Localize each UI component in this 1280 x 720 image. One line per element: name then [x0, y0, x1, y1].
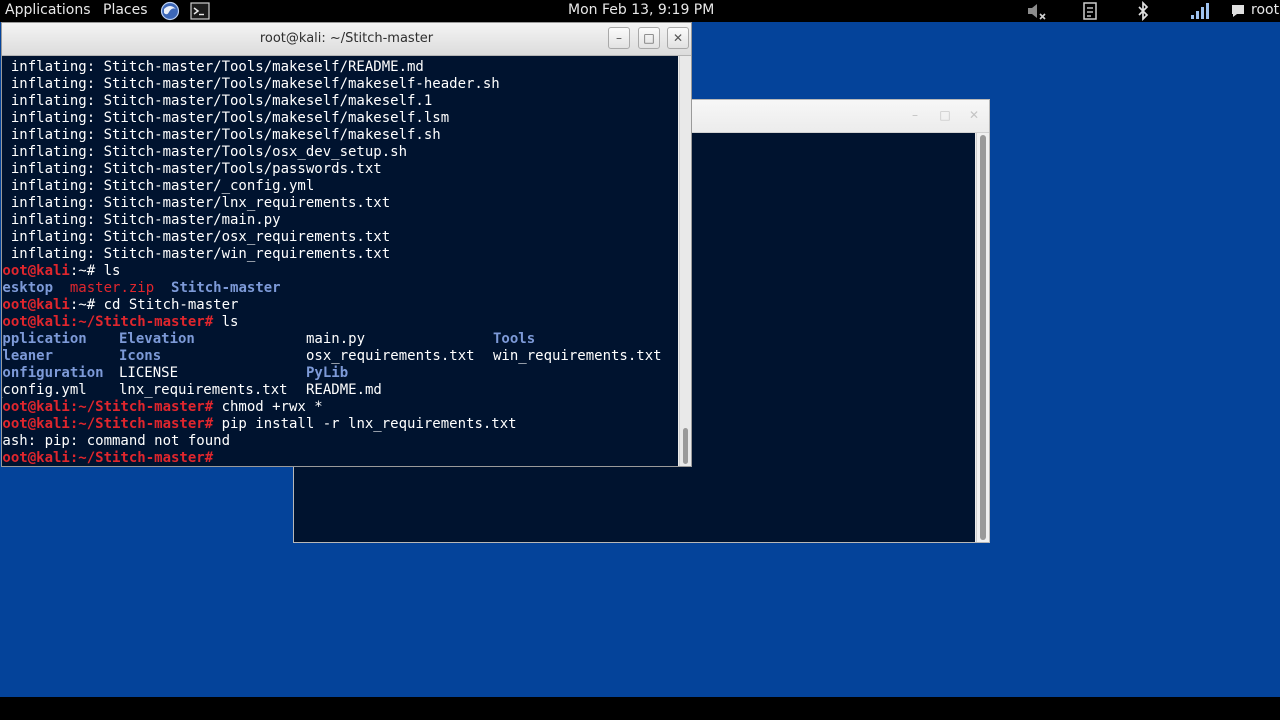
network-signal-icon[interactable]: [1189, 1, 1211, 21]
top-panel: Applications Places Mon Feb 13, 9:19 PM …: [0, 0, 1280, 22]
dir-entry: Application: [2, 331, 87, 347]
prompt-line: root@kali:~/Stitch-master# chmod +rwx *: [2, 399, 662, 416]
unzip-output: inflating: Stitch-master/Tools/makeself/…: [2, 59, 662, 263]
prompt-path: :~#: [69, 263, 104, 279]
clock[interactable]: Mon Feb 13, 9:19 PM: [568, 0, 714, 22]
file-entry: main.py: [306, 331, 366, 347]
close-icon[interactable]: ✕: [963, 104, 985, 126]
prompt-path: :~/Stitch-master#: [69, 399, 222, 415]
file-entry: LICENSE: [119, 365, 179, 381]
terminal-launcher-icon[interactable]: [189, 1, 211, 21]
ls-output-line: _config.yml lnx_requirements.txt README.md: [2, 382, 662, 399]
file-entry: osx_requirements.txt: [306, 348, 475, 364]
dir-entry: Configuration: [2, 365, 104, 381]
background-scrollbar[interactable]: [976, 133, 989, 542]
unzip-output-line: inflating: Stitch-master/Tools/makeself/…: [2, 110, 450, 126]
terminal-lines: inflating: Stitch-master/Tools/makeself/…: [2, 59, 662, 466]
terminal-scrollbar[interactable]: [679, 56, 691, 466]
zip-entry: master.zip: [69, 280, 155, 296]
prompt-path: :~/Stitch-master#: [69, 450, 222, 466]
maximize-icon[interactable]: □: [638, 27, 660, 49]
prompt-path: :~#: [69, 297, 104, 313]
prompt-user: root@kali: [2, 399, 70, 415]
dir-entry: Cleaner: [2, 348, 54, 364]
unzip-output-line: inflating: Stitch-master/Tools/passwords…: [2, 161, 382, 177]
prompt-path: :~/Stitch-master#: [69, 416, 222, 432]
terminal-window[interactable]: root@kali: ~/Stitch-master – □ ✕ inflati…: [1, 22, 692, 467]
command-text: chmod +rwx *: [221, 399, 323, 415]
command-text: pip install -r lnx_requirements.txt: [221, 416, 517, 432]
unzip-output-line: inflating: Stitch-master/Tools/makeself/…: [2, 127, 441, 143]
background-scroll-thumb[interactable]: [980, 135, 986, 540]
terminal-scroll-thumb[interactable]: [683, 428, 688, 464]
unzip-output-line: inflating: Stitch-master/win_requirement…: [2, 246, 391, 262]
prompt-line: root@kali:~/Stitch-master# ls: [2, 314, 662, 331]
prompt-line: root@kali:~/Stitch-master#: [2, 450, 662, 466]
command-text: cd Stitch-master: [103, 297, 239, 313]
command-text: ls: [103, 263, 121, 279]
maximize-icon[interactable]: □: [934, 104, 956, 126]
ls-output-line: Application Elevation main.py Tools: [2, 331, 662, 348]
file-entry: README.md: [306, 382, 382, 398]
unzip-output-line: inflating: Stitch-master/Tools/makeself/…: [2, 59, 424, 75]
places-menu[interactable]: Places: [103, 0, 148, 22]
volume-muted-icon[interactable]: [1026, 1, 1048, 21]
dir-entry: Tools: [493, 331, 536, 347]
prompt-user: root@kali: [2, 297, 70, 313]
user-menu[interactable]: root: [1251, 0, 1279, 22]
prompt-line: root@kali:~# cd Stitch-master: [2, 297, 662, 314]
prompt-user: root@kali: [2, 416, 70, 432]
dir-entry: Icons: [119, 348, 162, 364]
unzip-output-line: inflating: Stitch-master/Tools/makeself/…: [2, 76, 500, 92]
error-line: bash: pip: command not found: [2, 433, 231, 449]
minimize-icon[interactable]: –: [608, 27, 630, 49]
dir-entry: Stitch-master: [171, 280, 281, 296]
browser-icon[interactable]: [159, 1, 181, 21]
minimize-icon[interactable]: –: [904, 104, 926, 126]
applications-menu[interactable]: Applications: [5, 0, 91, 22]
file-entry: lnx_requirements.txt: [119, 382, 288, 398]
unzip-output-line: inflating: Stitch-master/_config.yml: [2, 178, 315, 194]
prompt-path: :~/Stitch-master#: [69, 314, 222, 330]
window-title: root@kali: ~/Stitch-master: [259, 31, 434, 46]
unzip-output-line: inflating: Stitch-master/main.py: [2, 212, 281, 228]
dir-entry: Desktop: [2, 280, 54, 296]
unzip-output-line: inflating: Stitch-master/Tools/makeself/…: [2, 93, 433, 109]
dir-entry: PyLib: [306, 365, 349, 381]
prompt-line: root@kali:~/Stitch-master# pip install -…: [2, 416, 662, 433]
unzip-output-line: inflating: Stitch-master/Tools/osx_dev_s…: [2, 144, 408, 160]
prompt-line: root@kali:~# ls: [2, 263, 662, 280]
ls-output-line: Configuration LICENSE PyLib: [2, 365, 662, 382]
command-text: ls: [221, 314, 239, 330]
prompt-user: root@kali: [2, 263, 70, 279]
unzip-output-line: inflating: Stitch-master/lnx_requirement…: [2, 195, 391, 211]
file-entry: win_requirements.txt: [493, 348, 662, 364]
bottom-panel: [0, 697, 1280, 720]
clipboard-icon[interactable]: [1079, 1, 1101, 21]
terminal-output[interactable]: inflating: Stitch-master/Tools/makeself/…: [2, 56, 678, 466]
chat-icon[interactable]: [1228, 1, 1248, 21]
prompt-user: root@kali: [2, 450, 70, 466]
ls-output-line: Cleaner Icons osx_requirements.txt win_requ…: [2, 348, 662, 365]
ls-output-line: Desktop master.zip Stitch-master: [2, 280, 662, 297]
file-entry: _config.yml: [2, 382, 87, 398]
close-icon[interactable]: ✕: [667, 27, 689, 49]
prompt-user: root@kali: [2, 314, 70, 330]
bluetooth-icon[interactable]: [1132, 1, 1154, 21]
dir-entry: Elevation: [119, 331, 195, 347]
terminal-titlebar[interactable]: root@kali: ~/Stitch-master – □ ✕: [2, 23, 691, 56]
unzip-output-line: inflating: Stitch-master/osx_requirement…: [2, 229, 391, 245]
